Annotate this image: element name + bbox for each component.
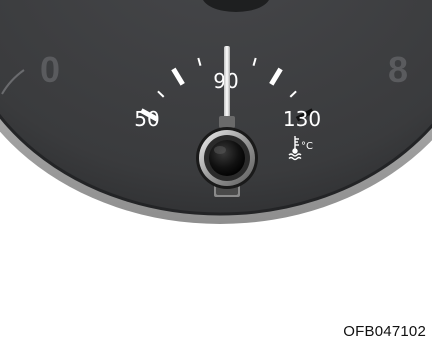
figure-code: OFB047102 bbox=[343, 323, 426, 340]
scale-label-50: 50 bbox=[134, 107, 159, 131]
scale-label-130: 130 bbox=[283, 107, 321, 131]
neighbor-label-right: 8 bbox=[388, 49, 408, 90]
gauge-illustration: 0 8 50 90 130 °C bbox=[0, 0, 432, 224]
neighbor-label-left: 0 bbox=[40, 49, 60, 90]
unit-symbol: °C bbox=[301, 141, 313, 152]
